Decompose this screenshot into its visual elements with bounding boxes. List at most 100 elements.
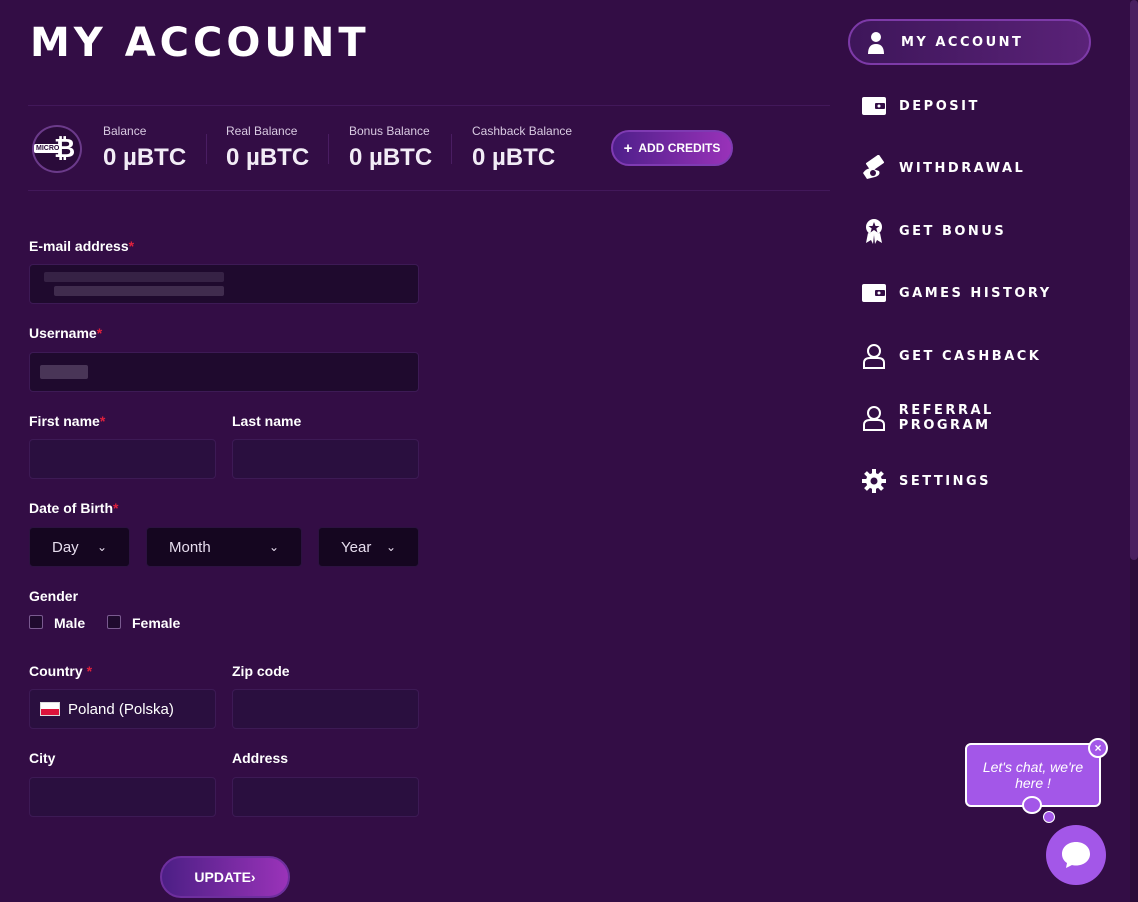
username-label-text: Username xyxy=(29,325,97,341)
first-name-label-text: First name xyxy=(29,413,100,429)
nav-referral-program[interactable]: REFERRAL PROGRAM xyxy=(848,395,1091,441)
country-label: Country * xyxy=(29,663,92,679)
first-name-label: First name* xyxy=(29,413,105,429)
male-label[interactable]: Male xyxy=(54,615,85,631)
last-name-label: Last name xyxy=(232,413,302,429)
real-balance-label: Real Balance xyxy=(226,124,298,138)
balance-bar: ₿ MICRO Balance 0 µBTC Real Balance 0 µB… xyxy=(28,106,830,190)
nav-label: GAMES HISTORY xyxy=(899,285,1052,301)
page-title: MY ACCOUNT xyxy=(30,20,370,66)
poland-flag-icon xyxy=(40,702,60,716)
nav-games-history[interactable]: GAMES HISTORY xyxy=(848,270,1091,316)
nav-settings[interactable]: SETTINGS xyxy=(848,458,1091,504)
wallet-icon xyxy=(861,93,887,119)
micro-bitcoin-logo: ₿ MICRO xyxy=(32,125,82,173)
country-label-text: Country xyxy=(29,663,83,679)
gender-label: Gender xyxy=(29,588,79,604)
nav-label: GET BONUS xyxy=(899,223,1007,239)
required-mark: * xyxy=(96,325,103,341)
add-credits-button[interactable]: + ADD CREDITS xyxy=(611,130,733,166)
wallet-icon xyxy=(861,280,887,306)
cashback-balance-item: Cashback Balance 0 µBTC xyxy=(472,124,572,172)
female-checkbox[interactable] xyxy=(107,615,121,629)
nav-label: MY ACCOUNT xyxy=(901,34,1024,50)
zip-label: Zip code xyxy=(232,663,290,679)
username-label: Username* xyxy=(29,325,102,341)
dob-day-select[interactable]: Day ⌄ xyxy=(29,527,130,567)
cashback-balance-label: Cashback Balance xyxy=(472,124,573,138)
micro-badge: MICRO xyxy=(34,144,62,153)
balance-separator xyxy=(328,134,329,164)
bonus-balance-value: 0 µBTC xyxy=(349,144,433,171)
chevron-down-icon: ⌄ xyxy=(96,540,107,554)
cashback-balance-value: 0 µBTC xyxy=(472,144,556,171)
bottom-divider xyxy=(28,190,830,191)
cash-hand-icon xyxy=(861,155,887,181)
nav-get-cashback[interactable]: GET CASHBACK xyxy=(848,333,1091,379)
dob-label-text: Date of Birth xyxy=(29,500,113,516)
update-button[interactable]: UPDATE› xyxy=(160,856,290,898)
dob-year-select[interactable]: Year ⌄ xyxy=(318,527,419,567)
balance-item: Balance 0 µBTC xyxy=(103,124,186,172)
award-ribbon-icon xyxy=(861,218,887,244)
male-checkbox[interactable] xyxy=(29,615,43,629)
nav-withdrawal[interactable]: WITHDRAWAL xyxy=(848,145,1091,191)
nav-deposit[interactable]: DEPOSIT xyxy=(848,83,1091,129)
dob-day-value: Day xyxy=(52,538,79,556)
user-icon xyxy=(863,29,889,55)
required-mark: * xyxy=(113,500,119,516)
address-field[interactable] xyxy=(232,777,419,817)
email-label: E-mail address* xyxy=(29,238,134,254)
female-label[interactable]: Female xyxy=(132,615,180,631)
dob-year-value: Year xyxy=(341,538,372,556)
gear-icon xyxy=(861,468,887,494)
email-field[interactable] xyxy=(29,264,419,304)
required-mark: * xyxy=(99,413,106,429)
redacted-email xyxy=(44,272,224,296)
chevron-down-icon: ⌄ xyxy=(268,540,279,554)
username-field[interactable] xyxy=(29,352,419,392)
nav-label: SETTINGS xyxy=(899,473,992,489)
nav-label: REFERRAL PROGRAM xyxy=(898,403,994,433)
balance-value: 0 µBTC xyxy=(103,144,187,171)
nav-label: DEPOSIT xyxy=(899,98,980,114)
city-field[interactable] xyxy=(29,777,216,817)
zip-field[interactable] xyxy=(232,689,419,729)
required-mark: * xyxy=(128,238,135,254)
chat-bubble-tail xyxy=(1043,811,1055,823)
address-label: Address xyxy=(232,750,289,766)
user-outline-icon xyxy=(861,343,887,369)
country-select[interactable]: Poland (Polska) xyxy=(29,689,216,729)
nav-get-bonus[interactable]: GET BONUS xyxy=(848,208,1091,254)
plus-icon: + xyxy=(623,139,633,157)
bonus-balance-item: Bonus Balance 0 µBTC xyxy=(349,124,432,172)
nav-label: GET CASHBACK xyxy=(899,348,1042,364)
add-credits-label: ADD CREDITS xyxy=(638,141,721,155)
required-mark: * xyxy=(86,663,93,679)
user-outline-icon xyxy=(861,405,887,431)
chevron-down-icon: ⌄ xyxy=(385,540,396,554)
balance-separator xyxy=(451,134,452,164)
dob-label: Date of Birth* xyxy=(29,500,118,516)
nav-label: WITHDRAWAL xyxy=(899,160,1026,176)
nav-my-account[interactable]: MY ACCOUNT xyxy=(848,19,1091,65)
chat-bubble-tail xyxy=(1022,796,1042,814)
country-value: Poland (Polska) xyxy=(68,700,174,718)
real-balance-value: 0 µBTC xyxy=(226,144,310,171)
dob-month-value: Month xyxy=(169,538,211,556)
email-label-text: E-mail address xyxy=(29,238,129,254)
last-name-field[interactable] xyxy=(232,439,419,479)
balance-separator xyxy=(206,134,207,164)
dob-month-select[interactable]: Month ⌄ xyxy=(146,527,302,567)
redacted-username xyxy=(40,365,88,379)
chat-launcher-button[interactable] xyxy=(1046,825,1106,885)
chat-icon xyxy=(1062,842,1090,868)
real-balance-item: Real Balance 0 µBTC xyxy=(226,124,309,172)
balance-label: Balance xyxy=(103,124,147,138)
page-scrollbar[interactable] xyxy=(1130,0,1138,902)
first-name-field[interactable] xyxy=(29,439,216,479)
city-label: City xyxy=(29,750,56,766)
scrollbar-thumb[interactable] xyxy=(1130,0,1138,560)
chat-close-icon[interactable]: × xyxy=(1088,738,1108,758)
bonus-balance-label: Bonus Balance xyxy=(349,124,430,138)
